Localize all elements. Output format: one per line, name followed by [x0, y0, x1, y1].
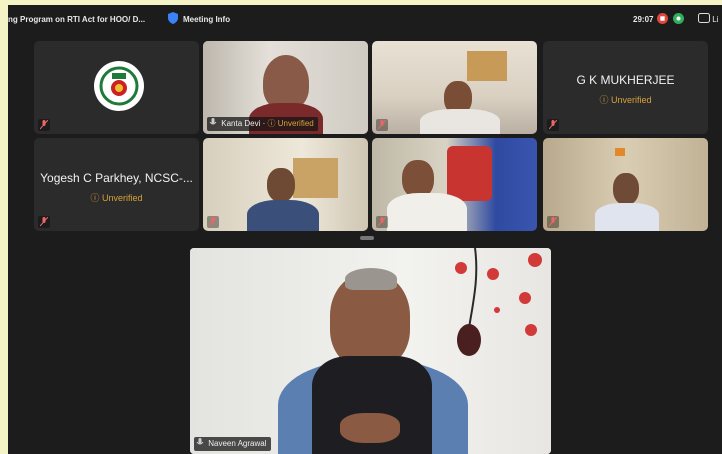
participant-label: Naveen Agrawal — [194, 437, 271, 451]
participant-body — [387, 193, 467, 231]
participant-tile-logo[interactable] — [34, 41, 199, 134]
participant-name: Kanta Devi — [221, 119, 261, 128]
shield-icon — [168, 5, 178, 35]
participant-body — [595, 203, 659, 231]
mic-off-icon — [38, 119, 50, 131]
participant-video — [613, 173, 639, 205]
participant-tile-7[interactable] — [372, 138, 537, 231]
meeting-window: ng Program on RTI Act for HOO/ D... Meet… — [8, 5, 722, 454]
participant-name: Naveen Agrawal — [208, 439, 267, 448]
wall-decoration — [455, 248, 542, 356]
participant-video — [263, 55, 309, 110]
participant-video — [267, 168, 295, 202]
leave-button[interactable]: Li — [698, 5, 718, 35]
participant-hands — [340, 413, 400, 443]
main-speaker-tile[interactable]: Naveen Agrawal — [190, 248, 551, 454]
chair — [447, 146, 492, 201]
meeting-title: ng Program on RTI Act for HOO/ D... — [8, 15, 146, 24]
unverified-badge: ⓘ Unverified — [599, 95, 652, 105]
meeting-info-button[interactable]: Meeting Info — [183, 5, 230, 35]
participant-label: Kanta Devi · ⓘ Unverified — [207, 117, 318, 131]
meeting-timer: 29:07 — [633, 15, 654, 24]
resize-handle[interactable] — [360, 236, 374, 240]
unverified-badge: ⓘ Unverified — [267, 119, 314, 128]
mic-off-icon — [38, 216, 50, 228]
curtain — [293, 158, 338, 198]
participant-tile-gk-mukherjee[interactable]: G K MUKHERJEE ⓘ Unverified — [543, 41, 708, 134]
chat-icon[interactable] — [673, 5, 684, 35]
emblem — [615, 148, 625, 156]
mic-off-icon — [376, 216, 388, 228]
org-logo — [94, 61, 144, 111]
participant-tile-6[interactable] — [203, 138, 368, 231]
leave-label: Li — [712, 15, 719, 24]
mic-off-icon — [547, 216, 559, 228]
participant-body — [420, 109, 500, 134]
mic-off-icon — [207, 216, 219, 228]
participant-tile-3[interactable] — [372, 41, 537, 134]
mic-off-icon — [547, 119, 559, 131]
participant-tile-yogesh[interactable]: Yogesh C Parkhey, NCSC-... ⓘ Unverified — [34, 138, 199, 231]
participant-tile-kanta-devi[interactable]: Kanta Devi · ⓘ Unverified — [203, 41, 368, 134]
participant-tile-8[interactable] — [543, 138, 708, 231]
participant-name: G K MUKHERJEE — [576, 73, 675, 87]
participant-name: Yogesh C Parkhey, NCSC-... — [40, 171, 193, 185]
unverified-badge: ⓘ Unverified — [90, 193, 143, 203]
mic-off-icon — [376, 119, 388, 131]
participant-hair — [345, 268, 397, 290]
top-bar: ng Program on RTI Act for HOO/ D... Meet… — [8, 5, 722, 35]
participant-body — [247, 200, 319, 231]
cabinet — [467, 51, 507, 81]
record-icon[interactable] — [657, 5, 668, 35]
